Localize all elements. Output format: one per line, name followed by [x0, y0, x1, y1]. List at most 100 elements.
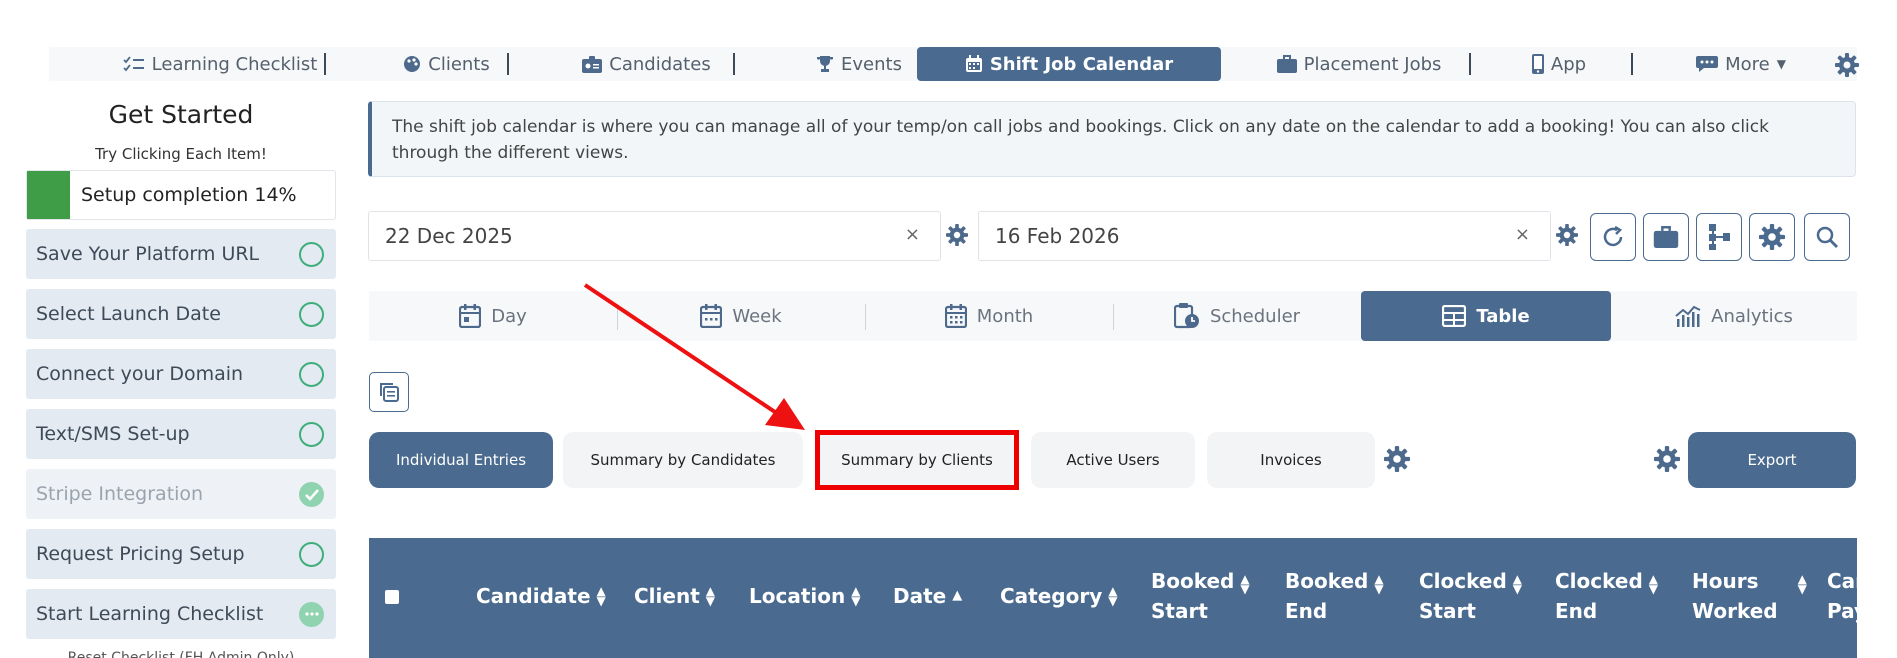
reset-checklist-link[interactable]: Reset Checklist (FH Admin Only)	[26, 650, 336, 658]
tab-label: Table	[1476, 305, 1530, 327]
gear-icon[interactable]	[1654, 446, 1680, 472]
sidebar-subtitle: Try Clicking Each Item!	[95, 145, 267, 163]
tab-individual-entries[interactable]: Individual Entries	[369, 432, 553, 488]
column-candidate[interactable]: Candidate ▲ ▼	[476, 581, 606, 611]
sidebar-item-label: Stripe Integration	[36, 483, 204, 505]
sort-icon: ▲ ▼	[1512, 572, 1523, 596]
sidebar-item-domain[interactable]: Connect your Domain	[26, 349, 336, 399]
column-booked-start[interactable]: Booked Start ▲ ▼	[1151, 566, 1250, 626]
palette-icon	[404, 56, 421, 72]
column-date[interactable]: Date ▲	[893, 581, 962, 611]
nav-divider	[324, 53, 326, 75]
column-client[interactable]: Client ▲ ▼	[634, 581, 715, 611]
nav-label: Candidates	[609, 53, 711, 75]
start-date-input[interactable]: 22 Dec 2025 ×	[368, 211, 941, 261]
tab-scheduler[interactable]: Scheduler	[1113, 291, 1361, 341]
highlight-box	[815, 430, 1019, 490]
tab-week[interactable]: Week	[617, 291, 865, 341]
select-all-checkbox[interactable]	[385, 590, 399, 604]
tab-active-users[interactable]: Active Users	[1031, 432, 1195, 488]
sidebar-item-label: Select Launch Date	[36, 303, 221, 325]
tab-table[interactable]: Table	[1361, 291, 1611, 341]
nav-candidates[interactable]: Candidates	[534, 47, 759, 81]
gear-icon[interactable]	[1384, 446, 1410, 472]
sort-icon: ▲ ▼	[1797, 572, 1807, 596]
nav-shift-job-calendar[interactable]: Shift Job Calendar	[917, 47, 1221, 81]
status-circle-icon	[299, 242, 324, 267]
nav-divider	[1469, 53, 1471, 75]
sort-icon: ▲ ▼	[1374, 572, 1384, 596]
copy-button[interactable]	[369, 372, 409, 412]
nav-divider	[733, 53, 735, 75]
progress-label: Setup completion 14%	[81, 184, 297, 206]
tab-month[interactable]: Month	[865, 291, 1113, 341]
nav-app[interactable]: App	[1489, 47, 1629, 81]
sidebar-item-launch-date[interactable]: Select Launch Date	[26, 289, 336, 339]
checklist-icon	[123, 56, 144, 72]
tab-label: Day	[491, 305, 527, 327]
export-button[interactable]: Export	[1688, 432, 1856, 488]
column-category[interactable]: Category ▲ ▼	[1000, 581, 1118, 611]
search-icon	[1816, 226, 1838, 248]
copy-icon	[380, 383, 399, 402]
table-header: Candidate ▲ ▼ Client ▲ ▼ Location ▲ ▼ Date ▲ Ca…	[369, 538, 1857, 658]
tab-label: Week	[732, 305, 782, 327]
nav-clients[interactable]: Clients	[349, 47, 544, 81]
column-hours-worked[interactable]: Hours Worked ▲ ▼	[1692, 566, 1807, 626]
refresh-button[interactable]	[1590, 213, 1636, 261]
end-date-input[interactable]: 16 Feb 2026 ×	[978, 211, 1551, 261]
clear-end-date-button[interactable]: ×	[1515, 224, 1530, 245]
nav-label: Learning Checklist	[151, 53, 318, 75]
column-clocked-end[interactable]: Clocked End ▲ ▼	[1555, 566, 1658, 626]
sidebar-item-pricing[interactable]: Request Pricing Setup	[26, 529, 336, 579]
trophy-icon	[817, 56, 834, 72]
status-circle-icon	[299, 362, 324, 387]
column-candidate-pay[interactable]: CanPay	[1827, 566, 1857, 626]
tab-label: Analytics	[1711, 305, 1793, 327]
nav-more[interactable]: More ▼	[1671, 47, 1811, 81]
nav-divider	[1631, 53, 1633, 75]
column-clocked-start[interactable]: Clocked Start ▲ ▼	[1419, 566, 1522, 626]
tab-analytics[interactable]: Analytics	[1611, 291, 1857, 341]
jobs-button[interactable]	[1643, 213, 1689, 261]
check-circle-icon	[299, 482, 324, 507]
nav-placement-jobs[interactable]: Placement Jobs	[1249, 47, 1469, 81]
gear-icon	[1759, 224, 1785, 250]
tab-day[interactable]: Day	[369, 291, 617, 341]
column-location[interactable]: Location ▲ ▼	[749, 581, 860, 611]
analytics-icon	[1675, 305, 1701, 327]
briefcase-icon	[1276, 55, 1297, 73]
nav-label: Events	[841, 53, 902, 75]
briefcase-icon	[1653, 226, 1679, 248]
status-circle-icon	[299, 422, 324, 447]
calendar-day-icon	[459, 304, 482, 328]
sidebar-item-platform-url[interactable]: Save Your Platform URL	[26, 229, 336, 279]
search-button[interactable]	[1804, 213, 1850, 261]
settings-button[interactable]	[1749, 213, 1795, 261]
sidebar-item-label: Text/SMS Set-up	[36, 423, 190, 445]
gear-icon[interactable]	[1556, 224, 1578, 246]
clear-start-date-button[interactable]: ×	[905, 224, 920, 245]
sort-icon: ▲ ▼	[596, 584, 606, 608]
top-navigation: Learning Checklist Clients Candidates Ev…	[49, 47, 1859, 81]
sidebar-item-label: Start Learning Checklist	[36, 603, 264, 625]
column-booked-end[interactable]: Booked End ▲ ▼	[1285, 566, 1384, 626]
tab-invoices[interactable]: Invoices	[1207, 432, 1375, 488]
nav-label: Clients	[428, 53, 490, 75]
refresh-icon	[1603, 225, 1623, 247]
hierarchy-button[interactable]	[1696, 213, 1742, 261]
end-date-value: 16 Feb 2026	[995, 224, 1120, 248]
clipboard-clock-icon	[1173, 303, 1199, 329]
sidebar-item-label: Request Pricing Setup	[36, 543, 245, 565]
gear-icon[interactable]	[946, 224, 968, 246]
sidebar-item-stripe[interactable]: Stripe Integration	[26, 469, 336, 519]
view-tabs: Day Week Month Scheduler Table Analytics	[369, 291, 1857, 341]
calendar-month-icon	[944, 304, 967, 328]
table-icon	[1442, 305, 1467, 327]
tab-summary-by-candidates[interactable]: Summary by Candidates	[563, 432, 803, 488]
nav-learning-checklist[interactable]: Learning Checklist	[95, 47, 345, 81]
sort-icon: ▲ ▼	[1108, 584, 1118, 608]
gear-icon[interactable]	[1835, 53, 1859, 77]
sidebar-item-learning-checklist[interactable]: Start Learning Checklist	[26, 589, 336, 639]
sidebar-item-sms-setup[interactable]: Text/SMS Set-up	[26, 409, 336, 459]
